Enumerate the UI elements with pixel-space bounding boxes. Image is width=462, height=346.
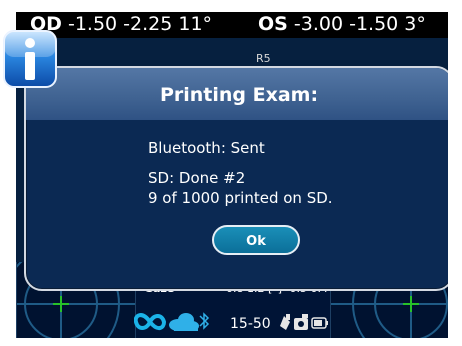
device-frame: OD -1.50 -2.25 11° OS -3.00 -1.50 3° R5 — [0, 0, 462, 346]
time-label: 15-50 — [230, 316, 271, 332]
screen: OD -1.50 -2.25 11° OS -3.00 -1.50 3° R5 — [16, 12, 448, 338]
dialog-body: Bluetooth: Sent SD: Done #2 9 of 1000 pr… — [148, 138, 333, 208]
os-reading: OS -3.00 -1.50 3° — [258, 12, 426, 36]
ok-button[interactable]: Ok — [212, 225, 300, 255]
crosshair-icon — [53, 296, 69, 312]
camera-icon — [294, 314, 308, 330]
od-values: -1.50 -2.25 11° — [67, 13, 213, 35]
info-icon — [1, 28, 59, 90]
printer-icon — [280, 314, 290, 330]
sd-status: SD: Done #2 — [148, 169, 246, 187]
battery-icon — [311, 317, 328, 329]
os-values: -3.00 -1.50 3° — [293, 13, 426, 35]
bluetooth-icon — [199, 312, 210, 330]
dialog-title: Printing Exam: — [159, 84, 319, 106]
sub-label: R5 — [256, 52, 271, 65]
cloud-icon — [169, 313, 199, 331]
bluetooth-status: Bluetooth: Sent — [148, 139, 265, 157]
print-count: 9 of 1000 printed on SD. — [148, 189, 333, 207]
crosshair-icon — [403, 296, 419, 312]
os-label: OS — [258, 13, 288, 35]
printing-dialog: Printing Exam: Bluetooth: Sent SD: Done … — [24, 66, 448, 291]
infinity-icon — [133, 313, 167, 330]
